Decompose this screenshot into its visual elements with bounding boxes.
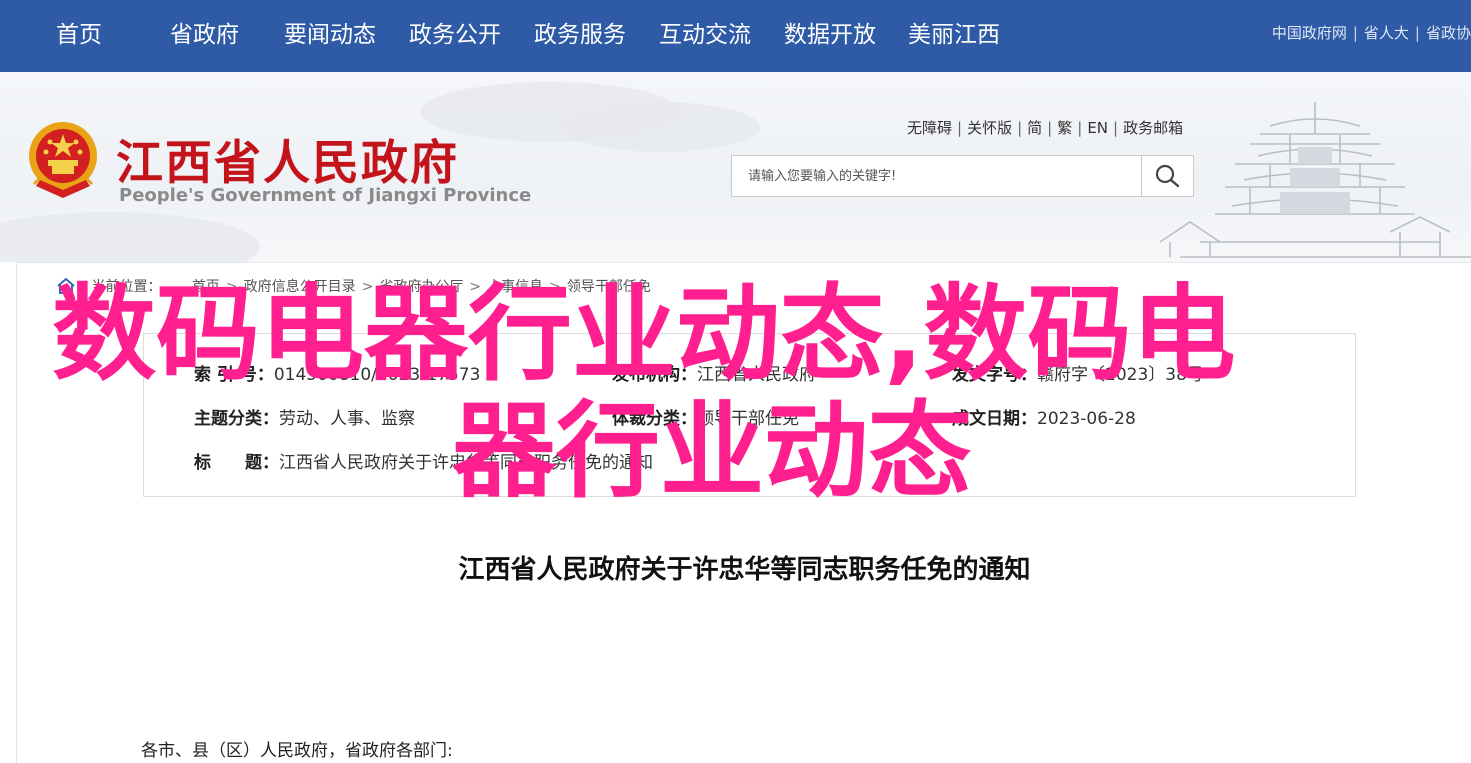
breadcrumb-item-home[interactable]: 首页 [192, 279, 220, 295]
divider: | [1414, 24, 1420, 42]
nav-item-government-affairs-disclosure[interactable]: 政务公开 [409, 18, 501, 52]
divider: | [1017, 119, 1023, 137]
breadcrumb-item-personnel-info[interactable]: 人事信息 [487, 279, 543, 295]
content-panel: 当前位置： 首页 > 政府信息公开目录 > 省政府办公厅 > 人事信息 > 领导干部任免 索 引… [16, 262, 1471, 763]
divider: | [1113, 119, 1119, 137]
meta-doc-number-value: 赣府字〔2023〕38号 [1037, 365, 1204, 385]
meta-publisher-value: 江西省人民政府 [697, 365, 816, 385]
breadcrumb-separator: > [225, 279, 238, 295]
breadcrumb-separator: > [549, 279, 561, 295]
breadcrumb-item-appointments[interactable]: 领导干部任免 [567, 279, 651, 295]
nav-item-open-data[interactable]: 数据开放 [784, 18, 876, 52]
breadcrumb: 当前位置： 首页 > 政府信息公开目录 > 省政府办公厅 > 人事信息 > 领导干部任免 [57, 276, 651, 296]
english-link[interactable]: EN [1087, 119, 1108, 137]
meta-topic-row: 主题分类：劳动、人事、监察 [194, 404, 415, 429]
nav-item-government-services[interactable]: 政务服务 [534, 18, 626, 52]
meta-doc-number-row: 发文字号：赣府字〔2023〕38号 [952, 360, 1204, 385]
meta-topic-value: 劳动、人事、监察 [279, 409, 415, 429]
nav-item-interaction[interactable]: 互动交流 [659, 18, 751, 52]
meta-title-value: 江西省人民政府关于许忠华等同志职务任免的通知 [279, 453, 653, 473]
site-subtitle: People's Government of Jiangxi Province [119, 185, 532, 206]
accessibility-link[interactable]: 无障碍 [907, 119, 952, 137]
meta-publisher-row: 发布机构：江西省人民政府 [612, 360, 816, 385]
nav-item-provincial-government[interactable]: 省政府 [170, 18, 239, 52]
breadcrumb-label: 当前位置： [91, 279, 162, 295]
site-header: 江西省人民政府 People's Government of Jiangxi P… [0, 72, 1471, 262]
nav-item-news[interactable]: 要闻动态 [284, 18, 376, 52]
document-salutation: 各市、县（区）人民政府，省政府各部门: [141, 741, 453, 761]
meta-date-label: 成文日期： [952, 409, 1037, 429]
search-input[interactable] [732, 156, 1142, 196]
breadcrumb-separator: > [469, 279, 482, 295]
breadcrumb-item-general-office[interactable]: 省政府办公厅 [379, 279, 463, 295]
home-icon [57, 278, 75, 294]
meta-date-row: 成文日期：2023-06-28 [952, 404, 1136, 429]
meta-doc-number-label: 发文字号： [952, 365, 1037, 385]
background-cloud [0, 212, 260, 262]
meta-genre-label: 体裁分类： [612, 409, 697, 429]
traditional-chinese-link[interactable]: 繁 [1057, 119, 1072, 137]
search-box [731, 155, 1194, 197]
meta-index-row: 索 引 号：014500810/2023-17573 [194, 360, 480, 385]
simplified-chinese-link[interactable]: 简 [1027, 119, 1042, 137]
meta-index-label: 索 引 号： [194, 365, 274, 385]
national-emblem-icon [29, 122, 97, 198]
meta-topic-label: 主题分类： [194, 409, 279, 429]
divider: | [1047, 119, 1053, 137]
document-metadata: 索 引 号：014500810/2023-17573 发布机构：江西省人民政府 … [143, 333, 1356, 497]
link-provincial-congress[interactable]: 省人大 [1364, 24, 1409, 42]
top-navigation: 首页 省政府 要闻动态 政务公开 政务服务 互动交流 数据开放 美丽江西 中国政… [0, 0, 1471, 72]
meta-genre-value: 领导干部任免 [697, 409, 799, 429]
meta-genre-row: 体裁分类：领导干部任免 [612, 404, 799, 429]
meta-publisher-label: 发布机构： [612, 365, 697, 385]
care-version-link[interactable]: 关怀版 [967, 119, 1012, 137]
divider: | [1077, 119, 1083, 137]
meta-index-value: 014500810/2023-17573 [273, 365, 481, 385]
divider: | [1352, 24, 1358, 42]
nav-item-home[interactable]: 首页 [56, 18, 102, 52]
top-links: 中国政府网 | 省人大 | 省政协 [1272, 22, 1471, 43]
meta-title-label: 标 题： [194, 453, 279, 473]
breadcrumb-item-info-catalog[interactable]: 政府信息公开目录 [244, 279, 356, 295]
link-provincial-cppcc[interactable]: 省政协 [1426, 24, 1471, 42]
link-china-gov[interactable]: 中国政府网 [1272, 24, 1347, 42]
background-cloud [560, 102, 760, 152]
nav-item-beautiful-jiangxi[interactable]: 美丽江西 [908, 18, 1000, 52]
breadcrumb-separator: > [361, 279, 374, 295]
meta-date-value: 2023-06-28 [1037, 409, 1136, 429]
pagoda-illustration [1159, 102, 1471, 258]
site-title: 江西省人民政府 [116, 136, 459, 191]
meta-title-row: 标 题：江西省人民政府关于许忠华等同志职务任免的通知 [194, 448, 653, 473]
divider: | [957, 119, 963, 137]
document-title: 江西省人民政府关于许忠华等同志职务任免的通知 [458, 555, 1031, 585]
